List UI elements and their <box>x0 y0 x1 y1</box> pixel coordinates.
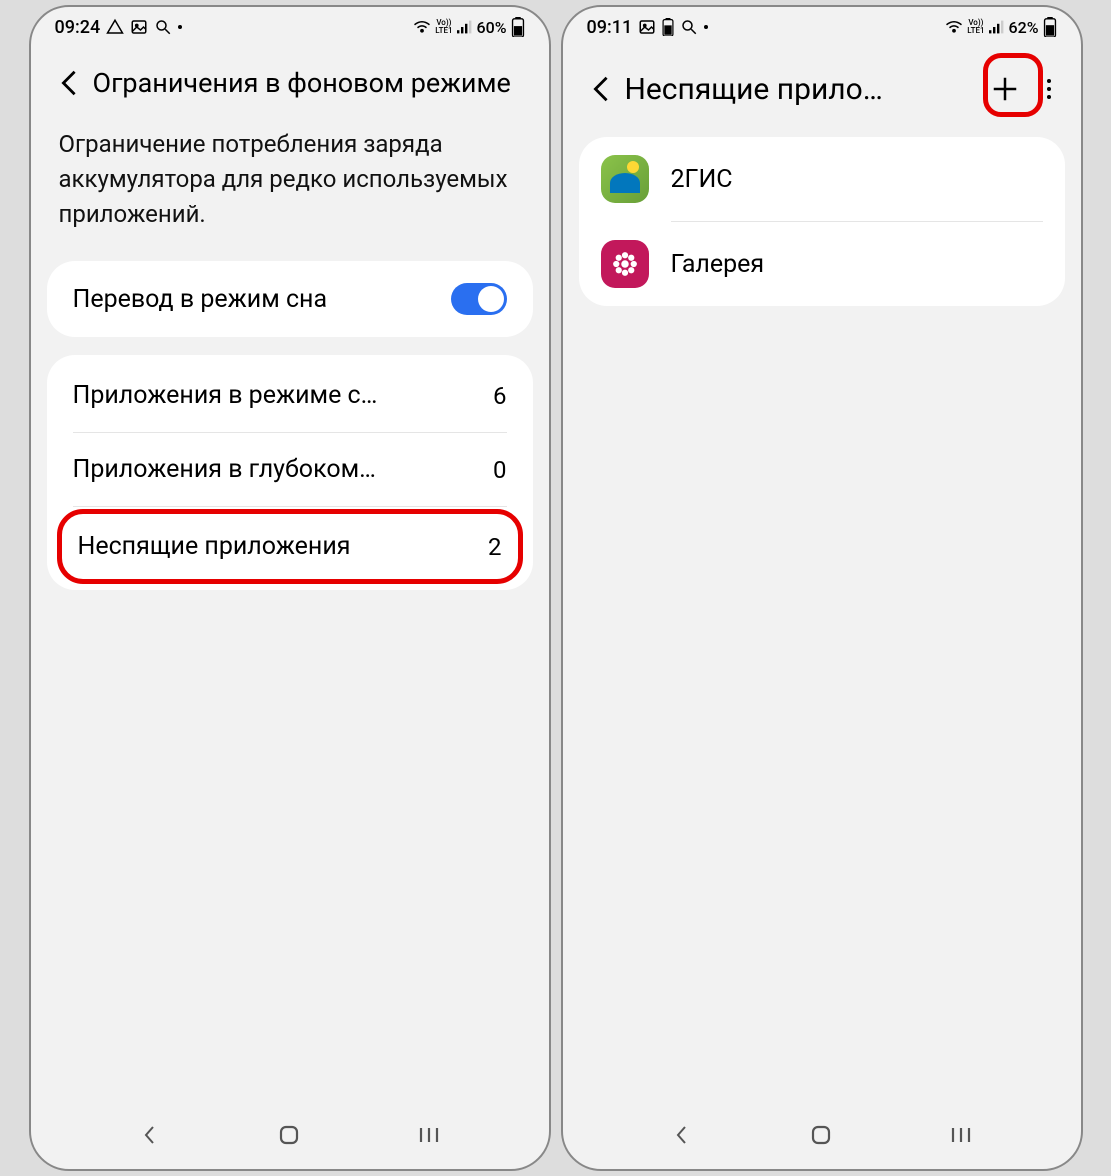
back-button[interactable] <box>51 63 87 103</box>
page-title: Неспящие прило… <box>625 72 973 107</box>
more-dot-icon <box>704 25 708 29</box>
image-icon <box>130 18 148 36</box>
sleeping-apps-row[interactable]: Приложения в режиме с… 6 <box>47 359 533 432</box>
never-sleeping-apps-row[interactable]: Неспящие приложения 2 <box>57 509 523 584</box>
battery-percent: 62% <box>1009 18 1039 37</box>
battery-small-icon <box>662 18 674 36</box>
page-header: Ограничения в фоновом режиме <box>31 47 549 121</box>
sleep-mode-row[interactable]: Перевод в режим сна <box>47 261 533 337</box>
status-time: 09:24 <box>55 17 101 38</box>
app-row-gallery[interactable]: Галерея <box>579 222 1065 306</box>
phone-screen-right: 09:11 Vo))LTE1 62% <box>561 5 1083 1171</box>
nav-bar <box>563 1109 1081 1169</box>
nav-back-button[interactable] <box>130 1115 170 1155</box>
apps-list-card: Приложения в режиме с… 6 Приложения в гл… <box>47 355 533 590</box>
status-bar: 09:11 Vo))LTE1 62% <box>563 7 1081 47</box>
signal-icon <box>457 20 473 34</box>
row-count: 6 <box>493 382 507 410</box>
battery-percent: 60% <box>477 18 507 37</box>
status-bar: 09:24 Vo))LTE1 60% <box>31 7 549 47</box>
app-row-2gis[interactable]: 2ГИС <box>579 137 1065 221</box>
row-count: 2 <box>488 533 502 561</box>
row-label: Приложения в глубоком… <box>73 455 478 484</box>
row-count: 0 <box>493 456 507 484</box>
back-button[interactable] <box>583 69 619 109</box>
search-icon <box>154 18 172 36</box>
more-dot-icon <box>178 25 182 29</box>
deep-sleeping-apps-row[interactable]: Приложения в глубоком… 0 <box>47 433 533 506</box>
never-sleeping-apps-list: 2ГИС Галерея <box>579 137 1065 306</box>
volte-icon: Vo))LTE1 <box>967 19 984 35</box>
page-header: Неспящие прило… <box>563 47 1081 133</box>
app-label: 2ГИС <box>671 165 733 194</box>
battery-icon <box>1043 17 1057 37</box>
wifi-icon <box>413 20 431 34</box>
sleep-mode-label: Перевод в режим сна <box>73 285 451 314</box>
volte-icon: Vo))LTE1 <box>435 19 452 35</box>
wifi-icon <box>945 20 963 34</box>
more-options-button[interactable] <box>1037 63 1061 115</box>
nav-bar <box>31 1109 549 1169</box>
nav-recents-button[interactable] <box>941 1115 981 1155</box>
status-time: 09:11 <box>587 17 633 38</box>
row-label: Приложения в режиме с… <box>73 381 478 410</box>
phone-screen-left: 09:24 Vo))LTE1 60% <box>29 5 551 1171</box>
battery-icon <box>511 17 525 37</box>
app-icon-2gis <box>601 155 649 203</box>
image-icon <box>638 18 656 36</box>
app-label: Галерея <box>671 250 765 279</box>
search-icon <box>680 18 698 36</box>
app-icon-gallery <box>601 240 649 288</box>
page-title: Ограничения в фоновом режиме <box>93 67 529 99</box>
nav-home-button[interactable] <box>801 1115 841 1155</box>
sleep-mode-card: Перевод в режим сна <box>47 261 533 337</box>
sleep-mode-toggle[interactable] <box>451 283 507 315</box>
nav-recents-button[interactable] <box>409 1115 449 1155</box>
page-description: Ограничение потребления заряда аккумулят… <box>31 121 549 255</box>
signal-icon <box>989 20 1005 34</box>
row-label: Неспящие приложения <box>78 532 473 561</box>
nav-home-button[interactable] <box>269 1115 309 1155</box>
drive-icon <box>106 18 124 36</box>
add-button[interactable] <box>979 63 1031 115</box>
nav-back-button[interactable] <box>662 1115 702 1155</box>
divider <box>73 506 507 507</box>
